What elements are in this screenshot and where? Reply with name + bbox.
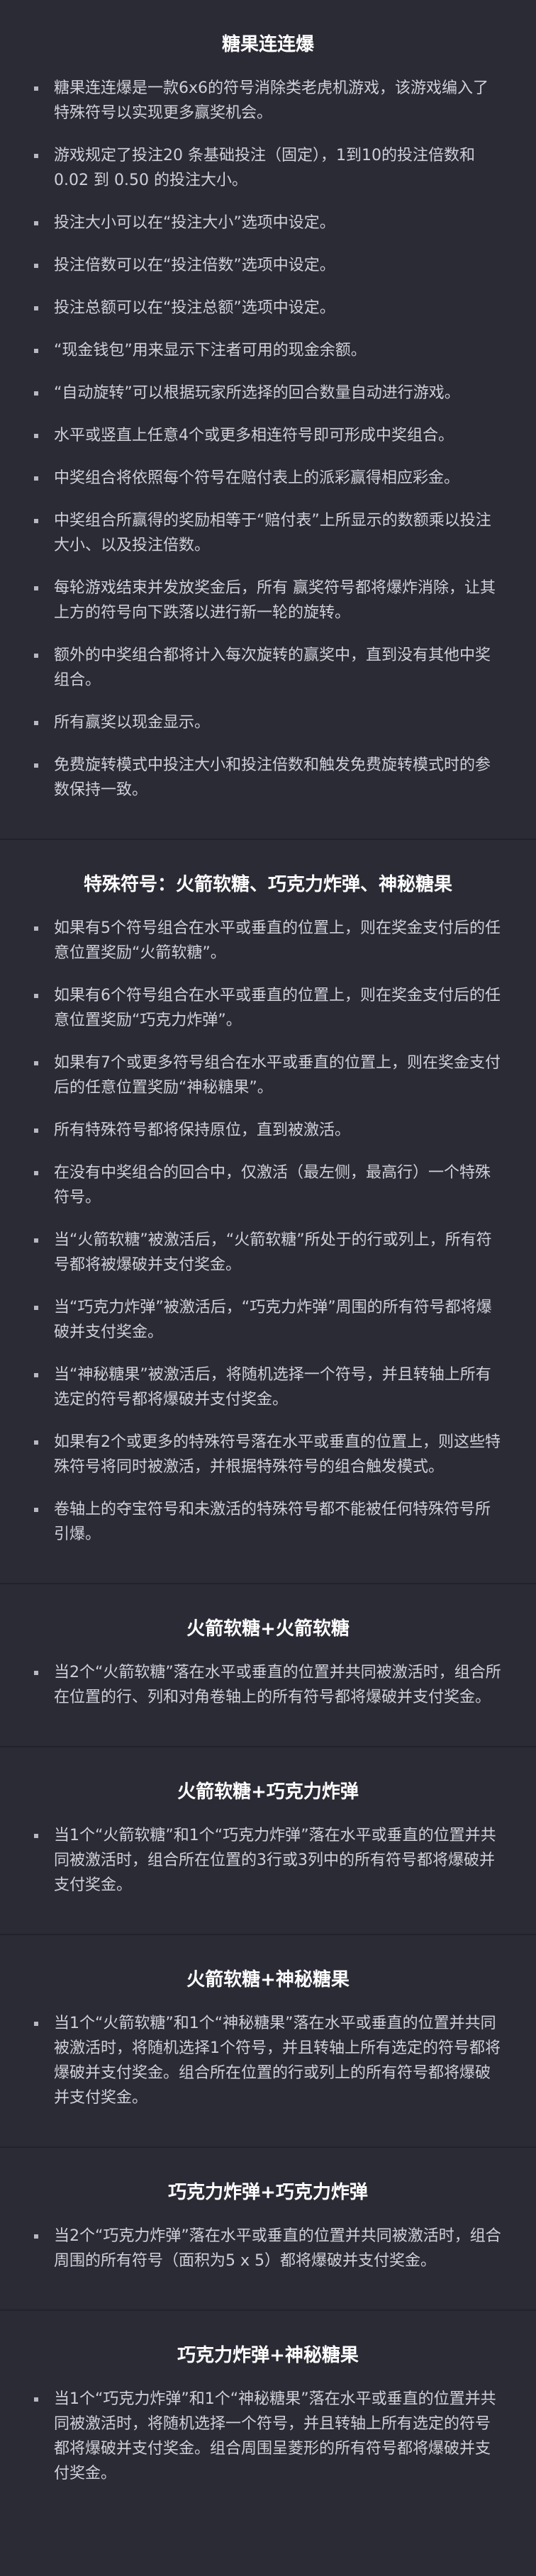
rule-item: 中奖组合将依照每个符号在赔付表上的派彩赢得相应彩金。 — [34, 466, 503, 491]
section-title: 火箭软糖+神秘糖果 — [186, 1969, 350, 1990]
rule-item: 免费旋转模式中投注大小和投注倍数和触发免费旋转模式时的参数保持一致。 — [34, 753, 503, 802]
rules-list: 当2个“火箭软糖”落在水平或垂直的位置并共同被激活时，组合所在位置的行、列和对角… — [0, 1660, 536, 1746]
rule-item: 当1个“火箭软糖”和1个“巧克力炸弹”落在水平或垂直的位置并共同被激活时，组合所… — [34, 1823, 503, 1898]
rule-item: 糖果连连爆是一款6x6的符号消除类老虎机游戏，该游戏编入了特殊符号以实现更多赢奖… — [34, 76, 503, 125]
rule-item: 当“神秘糖果”被激活后，将随机选择一个符号，并且转轴上所有选定的符号都将爆破并支… — [34, 1362, 503, 1412]
rule-item: 水平或竖直上任意4个或更多相连符号即可形成中奖组合。 — [34, 423, 503, 448]
rules-section: 火箭软糖+巧克力炸弹当1个“火箭软糖”和1个“巧克力炸弹”落在水平或垂直的位置并… — [0, 1746, 536, 1934]
rules-list: 当1个“巧克力炸弹”和1个“神秘糖果”落在水平或垂直的位置并共同被激活时，将随机… — [0, 2387, 536, 2522]
rule-item: 如果有2个或更多的特殊符号落在水平或垂直的位置上，则这些特殊符号将同时被激活，并… — [34, 1430, 503, 1479]
rule-item: 投注大小可以在“投注大小”选项中设定。 — [34, 211, 503, 235]
rules-section: 糖果连连爆糖果连连爆是一款6x6的符号消除类老虎机游戏，该游戏编入了特殊符号以实… — [0, 0, 536, 839]
rules-list: 糖果连连爆是一款6x6的符号消除类老虎机游戏，该游戏编入了特殊符号以实现更多赢奖… — [0, 76, 536, 839]
rule-item: 每轮游戏结束并发放奖金后，所有 赢奖符号都将爆炸消除，让其上方的符号向下跌落以进… — [34, 576, 503, 625]
rule-item: 投注倍数可以在“投注倍数”选项中设定。 — [34, 253, 503, 278]
rule-item: “自动旋转”可以根据玩家所选择的回合数量自动进行游戏。 — [34, 381, 503, 405]
section-title: 巧克力炸弹+神秘糖果 — [177, 2345, 359, 2366]
rule-item: 卷轴上的夺宝符号和未激活的特殊符号都不能被任何特殊符号所引爆。 — [34, 1497, 503, 1547]
rules-list: 当1个“火箭软糖”和1个“巧克力炸弹”落在水平或垂直的位置并共同被激活时，组合所… — [0, 1823, 536, 1934]
rules-section: 巧克力炸弹+神秘糖果当1个“巧克力炸弹”和1个“神秘糖果”落在水平或垂直的位置并… — [0, 2309, 536, 2522]
section-title: 火箭软糖+巧克力炸弹 — [177, 1781, 359, 1803]
rule-item: 所有赢奖以现金显示。 — [34, 710, 503, 735]
rule-item: 当“火箭软糖”被激活后，“火箭软糖”所处于的行或列上，所有符号都将被爆破并支付奖… — [34, 1228, 503, 1277]
rule-item: 当2个“火箭软糖”落在水平或垂直的位置并共同被激活时，组合所在位置的行、列和对角… — [34, 1660, 503, 1710]
rules-list: 当2个“巧克力炸弹”落在水平或垂直的位置并共同被激活时，组合周围的所有符号（面积… — [0, 2224, 536, 2309]
rules-section: 火箭软糖+火箭软糖当2个“火箭软糖”落在水平或垂直的位置并共同被激活时，组合所在… — [0, 1583, 536, 1746]
rules-list: 当1个“火箭软糖”和1个“神秘糖果”落在水平或垂直的位置并共同被激活时，将随机选… — [0, 2011, 536, 2146]
rule-item: “现金钱包”用来显示下注者可用的现金余额。 — [34, 338, 503, 363]
rules-page: 糖果连连爆糖果连连爆是一款6x6的符号消除类老虎机游戏，该游戏编入了特殊符号以实… — [0, 0, 536, 2576]
rule-item: 如果有7个或更多符号组合在水平或垂直的位置上，则在奖金支付后的任意位置奖励“神秘… — [34, 1051, 503, 1100]
section-title: 巧克力炸弹+巧克力炸弹 — [168, 2182, 368, 2203]
rule-item: 当2个“巧克力炸弹”落在水平或垂直的位置并共同被激活时，组合周围的所有符号（面积… — [34, 2224, 503, 2273]
rule-item: 所有特殊符号都将保持原位，直到被激活。 — [34, 1118, 503, 1143]
rule-item: 如果有6个符号组合在水平或垂直的位置上，则在奖金支付后的任意位置奖励“巧克力炸弹… — [34, 983, 503, 1033]
rules-section: 巧克力炸弹+巧克力炸弹当2个“巧克力炸弹”落在水平或垂直的位置并共同被激活时，组… — [0, 2146, 536, 2309]
rule-item: 游戏规定了投注20 条基础投注（固定），1到10的投注倍数和 0.02 到 0.… — [34, 143, 503, 193]
rule-item: 当“巧克力炸弹”被激活后，“巧克力炸弹”周围的所有符号都将爆破并支付奖金。 — [34, 1295, 503, 1345]
rule-item: 额外的中奖组合都将计入每次旋转的赢奖中，直到没有其他中奖组合。 — [34, 643, 503, 693]
rules-section: 特殊符号：火箭软糖、巧克力炸弹、神秘糖果如果有5个符号组合在水平或垂直的位置上，… — [0, 839, 536, 1583]
section-title: 火箭软糖+火箭软糖 — [186, 1618, 350, 1640]
rule-item: 中奖组合所赢得的奖励相等于“赔付表”上所显示的数额乘以投注大小、以及投注倍数。 — [34, 508, 503, 558]
rules-section: 火箭软糖+神秘糖果当1个“火箭软糖”和1个“神秘糖果”落在水平或垂直的位置并共同… — [0, 1934, 536, 2146]
section-title: 特殊符号：火箭软糖、巧克力炸弹、神秘糖果 — [83, 874, 452, 895]
rule-item: 当1个“巧克力炸弹”和1个“神秘糖果”落在水平或垂直的位置并共同被激活时，将随机… — [34, 2387, 503, 2486]
rule-item: 当1个“火箭软糖”和1个“神秘糖果”落在水平或垂直的位置并共同被激活时，将随机选… — [34, 2011, 503, 2110]
rules-list: 如果有5个符号组合在水平或垂直的位置上，则在奖金支付后的任意位置奖励“火箭软糖”… — [0, 916, 536, 1583]
section-title: 糖果连连爆 — [221, 34, 314, 55]
rule-item: 在没有中奖组合的回合中，仅激活（最左侧，最高行）一个特殊符号。 — [34, 1160, 503, 1210]
rule-item: 投注总额可以在“投注总额”选项中设定。 — [34, 296, 503, 320]
rule-item: 如果有5个符号组合在水平或垂直的位置上，则在奖金支付后的任意位置奖励“火箭软糖”… — [34, 916, 503, 965]
